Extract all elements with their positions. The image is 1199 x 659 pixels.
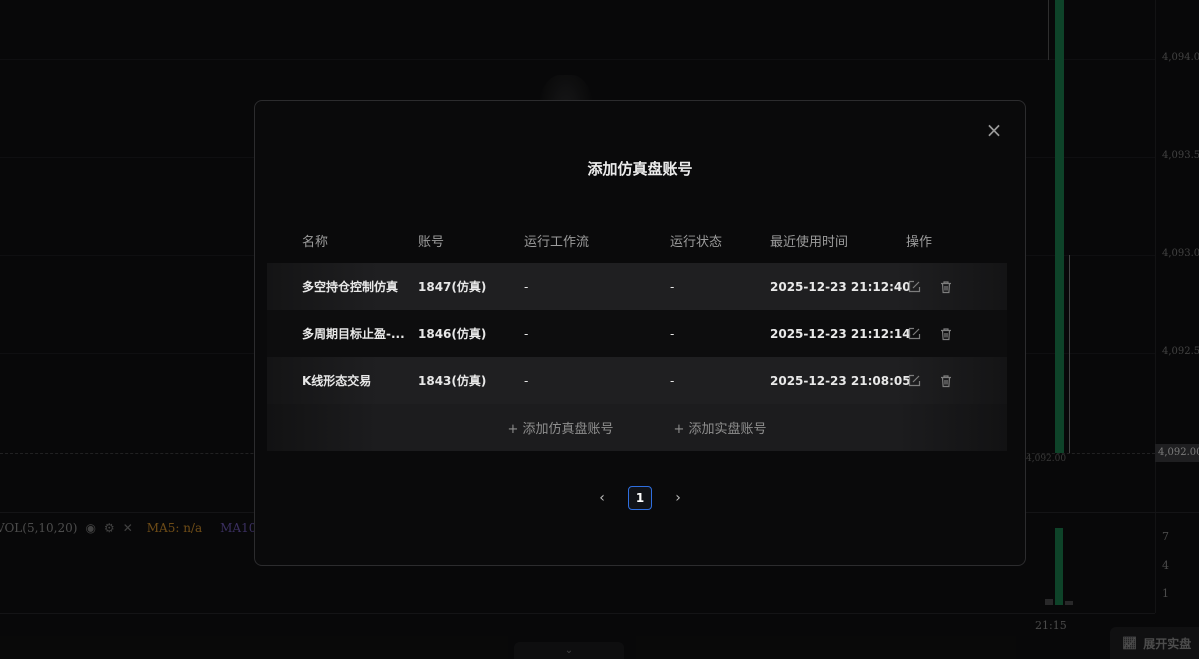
trash-icon[interactable] [938,326,954,342]
workflow: - [524,373,529,388]
run-status: - [670,279,675,294]
add-real-account-button[interactable]: + 添加实盘账号 [674,418,767,437]
edit-icon[interactable] [906,279,922,295]
edit-icon[interactable] [906,373,922,389]
column-header: 运行工作流 [524,234,590,250]
pagination: ‹ 1 › [255,486,1025,510]
row-actions [906,279,1006,295]
account-id: 1846(仿真) [418,327,487,341]
column-header: 操作 [906,234,933,250]
account-name: 多空持仓控制仿真 [302,280,399,294]
column-header: 运行状态 [670,234,723,250]
modal-title: 添加仿真盘账号 [587,160,693,178]
close-icon[interactable]: × [985,120,1003,140]
run-status: - [670,326,675,341]
trash-icon[interactable] [938,279,954,295]
edit-icon[interactable] [906,326,922,342]
add-sim-account-modal: × 添加仿真盘账号 名称 账号 运行工作流 运行状态 最近使用时间 操作 多空持… [254,100,1026,566]
trash-icon[interactable] [938,373,954,389]
account-name: K线形态交易 [302,374,372,388]
add-sim-account-button[interactable]: + 添加仿真盘账号 [507,418,613,437]
table-row[interactable]: 多空持仓控制仿真 1847(仿真) - - 2025-12-23 21:12:4… [267,263,1007,310]
last-used-time: 2025-12-23 21:12:40 [770,279,911,294]
row-actions [906,326,1006,342]
last-used-time: 2025-12-23 21:12:14 [770,326,911,341]
account-id: 1847(仿真) [418,280,487,294]
table-row[interactable]: 多周期目标止盈-... 1846(仿真) - - 2025-12-23 21:1… [267,310,1007,357]
column-header: 账号 [418,234,445,250]
row-actions [906,373,1006,389]
table-row[interactable]: K线形态交易 1843(仿真) - - 2025-12-23 21:08:05 [267,357,1007,404]
table-header: 名称 账号 运行工作流 运行状态 最近使用时间 操作 [267,217,1007,263]
run-status: - [670,373,675,388]
account-id: 1843(仿真) [418,374,487,388]
column-header: 名称 [302,234,329,250]
accounts-table: 名称 账号 运行工作流 运行状态 最近使用时间 操作 多空持仓控制仿真 1847… [267,217,1007,451]
last-used-time: 2025-12-23 21:08:05 [770,373,911,388]
chevron-left-icon[interactable]: ‹ [596,490,608,506]
workflow: - [524,279,529,294]
workflow: - [524,326,529,341]
column-header: 最近使用时间 [770,234,849,250]
page-number[interactable]: 1 [628,486,652,510]
add-account-row: + 添加仿真盘账号 + 添加实盘账号 [267,404,1007,451]
chevron-right-icon[interactable]: › [672,490,684,506]
account-name: 多周期目标止盈-... [302,327,405,341]
